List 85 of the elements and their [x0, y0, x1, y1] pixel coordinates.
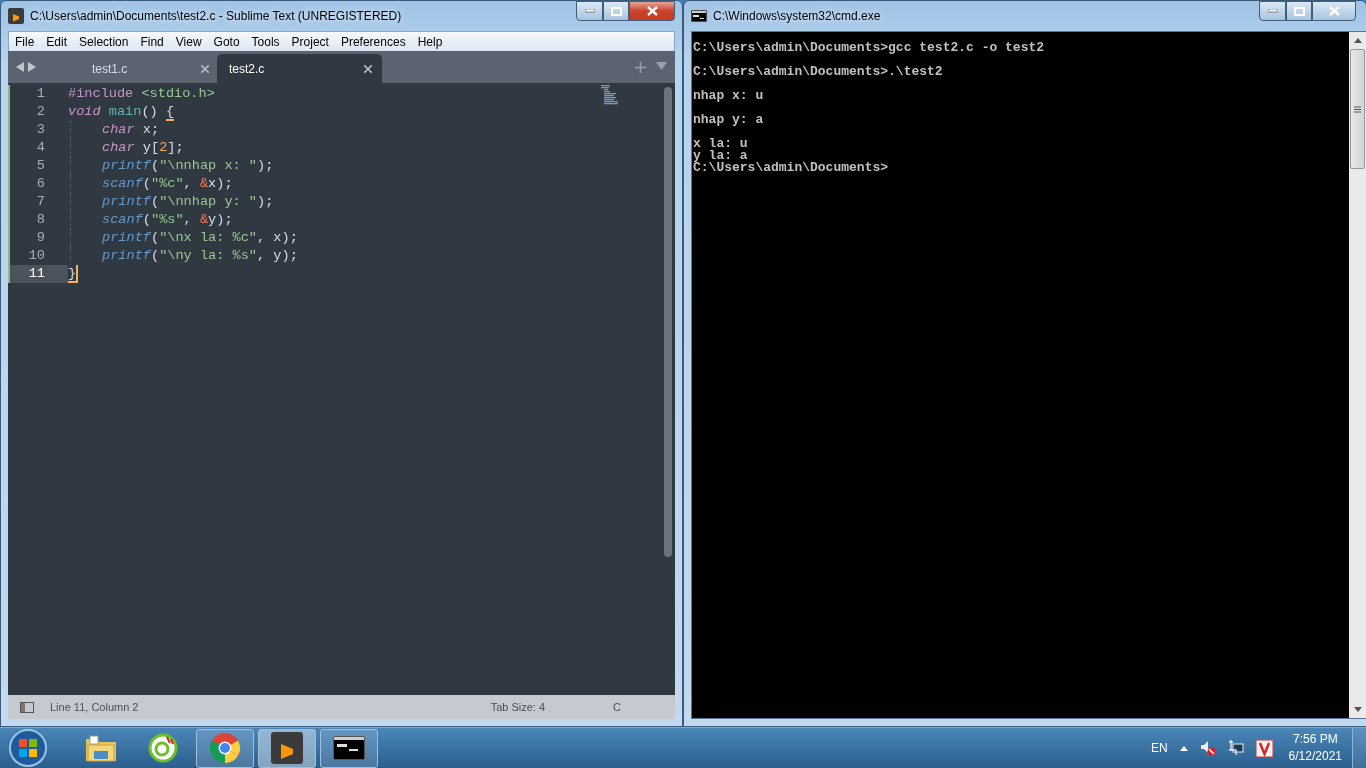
- terminal-icon: [333, 736, 365, 760]
- tab-label: test2.c: [229, 60, 265, 78]
- terminal-line: C:\Users\admin\Documents>.\test2: [693, 66, 944, 78]
- folder-icon: [84, 733, 118, 763]
- close-icon: [1328, 6, 1340, 16]
- line-number: 11: [8, 265, 68, 283]
- next-tab-icon[interactable]: [28, 62, 36, 72]
- scrollbar-thumb[interactable]: [1350, 49, 1365, 169]
- maximize-button[interactable]: [603, 1, 629, 21]
- terminal-line: nhap x: u: [693, 90, 765, 102]
- line-number: 3: [8, 121, 68, 139]
- code-line: #include <stdio.h>: [68, 85, 215, 103]
- menu-item[interactable]: File: [9, 32, 41, 51]
- clock-date[interactable]: 6/12/2021: [1288, 748, 1342, 765]
- menu-item[interactable]: Preferences: [334, 32, 412, 51]
- antivirus-icon[interactable]: [1255, 739, 1273, 757]
- line-number: 6: [8, 175, 68, 193]
- grip-icon: [1354, 105, 1361, 113]
- editor-tab[interactable]: test1.c: [54, 54, 219, 83]
- start-button[interactable]: [8, 728, 48, 768]
- line-number: 4: [8, 139, 68, 157]
- menu-item[interactable]: Tools: [245, 32, 286, 51]
- code-line: void main() {: [68, 103, 175, 121]
- menu-item[interactable]: Project: [285, 32, 335, 51]
- maximize-icon: [610, 6, 622, 16]
- menu-item[interactable]: Help: [411, 32, 449, 51]
- code-line: scanf("%c", &x);: [70, 175, 233, 193]
- close-button[interactable]: [629, 1, 675, 21]
- line-number: 2: [8, 103, 68, 121]
- terminal-line: nhap y: a: [693, 114, 765, 126]
- line-number: 7: [8, 193, 68, 211]
- code-line: char y[2];: [70, 139, 184, 157]
- cursor-position: Line 11, Column 2: [50, 699, 139, 715]
- menu-item[interactable]: Find: [134, 32, 170, 51]
- tab-size-setting[interactable]: Tab Size: 4: [490, 698, 546, 716]
- code-line: printf("\nnhap y: ");: [70, 193, 274, 211]
- minimize-icon: [584, 9, 595, 13]
- terminal-line: x la: u: [693, 138, 749, 150]
- window-title: C:\Users\admin\Documents\test2.c - Sublime Text (UNREGISTERED): [30, 8, 402, 25]
- menu-item[interactable]: Selection: [73, 32, 135, 51]
- menu-item[interactable]: View: [169, 32, 208, 51]
- menu-item[interactable]: Edit: [40, 32, 74, 51]
- window-title: C:\Windows\system32\cmd.exe: [713, 8, 881, 25]
- code-line: }: [68, 265, 79, 283]
- syntax-setting[interactable]: C: [613, 698, 621, 716]
- up-arrow-icon: [1353, 38, 1362, 43]
- tab-label: test1.c: [92, 60, 128, 78]
- previous-tab-icon[interactable]: [16, 62, 24, 72]
- terminal-line: C:\Users\admin\Documents>gcc test2.c -o test2: [693, 42, 1046, 54]
- menu-item[interactable]: Goto: [207, 32, 246, 51]
- taskbar-button[interactable]: [320, 728, 378, 768]
- minimize-button[interactable]: [576, 1, 603, 21]
- terminal-line: y la: a: [693, 150, 748, 162]
- tricolor-circle-icon: [209, 732, 241, 764]
- editor-tab[interactable]: test2.c: [217, 54, 382, 83]
- line-number: 9: [8, 229, 68, 247]
- line-number: 5: [8, 157, 68, 175]
- taskbar-button[interactable]: [258, 728, 316, 768]
- terminal-line: C:\Users\admin\Documents>: [693, 162, 890, 174]
- code-line: printf("\nnhap x: ");: [70, 157, 274, 175]
- code-line: printf("\nx la: %c", x);: [70, 229, 298, 247]
- clock-time[interactable]: 7:56 PM: [1288, 731, 1342, 748]
- speaker-muted-icon[interactable]: [1199, 740, 1216, 756]
- code-line: scanf("%s", &y);: [70, 211, 233, 229]
- code-line: char x;: [70, 121, 160, 139]
- line-number: 8: [8, 211, 68, 229]
- app-logo-icon: [8, 8, 24, 24]
- close-button[interactable]: [1312, 1, 1356, 21]
- ring-logo-icon: [148, 733, 178, 763]
- language-indicator[interactable]: EN: [1150, 739, 1168, 757]
- minimize-button[interactable]: [1259, 1, 1286, 21]
- maximize-icon: [1293, 6, 1305, 16]
- scrollbar-thumb[interactable]: [664, 87, 672, 557]
- close-icon: [646, 6, 658, 16]
- show-hidden-icons-icon[interactable]: [1179, 745, 1188, 751]
- network-icon[interactable]: [1227, 740, 1244, 756]
- app-logo-icon: [271, 732, 303, 764]
- close-tab-icon[interactable]: [201, 64, 209, 73]
- terminal-icon: [691, 10, 707, 22]
- maximize-button[interactable]: [1286, 1, 1312, 21]
- line-number: 1: [8, 85, 68, 103]
- down-arrow-icon: [1353, 707, 1362, 712]
- minimize-icon: [1267, 9, 1278, 13]
- panel-toggle-icon[interactable]: [20, 701, 34, 713]
- close-tab-icon[interactable]: [364, 64, 372, 73]
